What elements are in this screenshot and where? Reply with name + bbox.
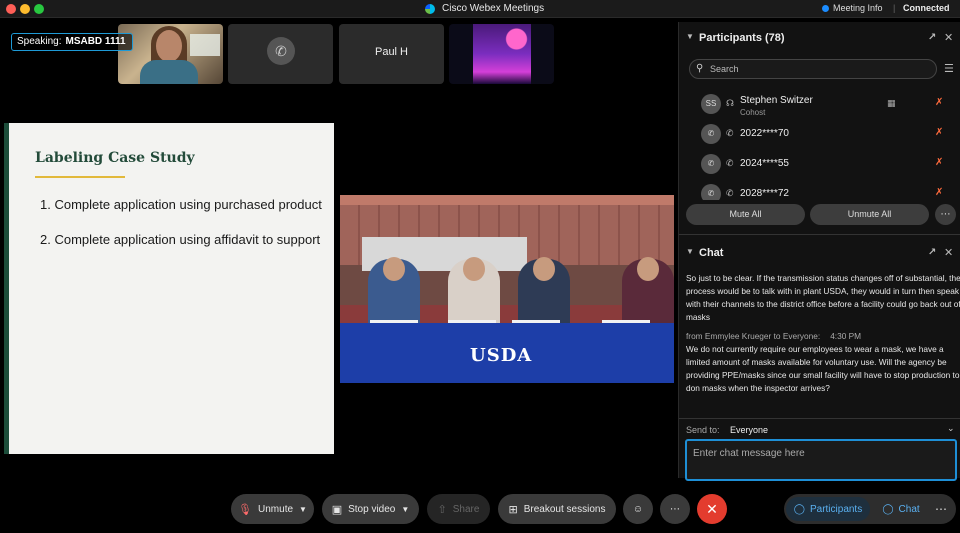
participant-background-thumbnail[interactable]	[449, 24, 554, 84]
mic-off-icon: 🎙	[238, 503, 253, 516]
speaking-indicator: Speaking: MSABD 1111	[11, 33, 133, 51]
panel-more-button[interactable]: ⋯	[930, 497, 952, 521]
phone-icon: ✆	[726, 158, 734, 168]
sort-list-icon[interactable]: ☰	[944, 62, 954, 75]
minimize-window-button[interactable]	[20, 4, 30, 14]
main-video-stage[interactable]: USDA	[340, 195, 674, 383]
mic-off-icon[interactable]: ✗	[935, 127, 943, 138]
participant-name: 2028****72	[740, 188, 789, 199]
chat-message: So just to be clear. If the transmission…	[686, 273, 960, 322]
breakout-sessions-button[interactable]: ⊞ Breakout sessions	[498, 494, 616, 524]
collapse-chevron-icon[interactable]: ▼	[686, 247, 694, 256]
ellipsis-icon: ⋯	[935, 502, 947, 516]
participant-name: 2022****70	[740, 128, 789, 139]
chat-title: Chat	[699, 247, 724, 259]
chat-message-input[interactable]	[685, 439, 957, 481]
info-dot-icon	[822, 5, 829, 12]
mic-off-icon[interactable]: ✗	[935, 157, 943, 168]
reactions-button[interactable]: ☺	[623, 494, 653, 524]
participant-search-input[interactable]: ⚲ Search	[689, 59, 937, 79]
chat-toggle-button[interactable]: ◯ Chat	[874, 497, 928, 521]
collapse-chevron-icon[interactable]: ▼	[686, 32, 694, 41]
chat-messages: So just to be clear. If the transmission…	[686, 272, 960, 422]
mute-all-button[interactable]: Mute All	[686, 204, 805, 225]
participants-header: ▼ Participants (78) ↗ ✕	[679, 26, 960, 50]
person-icon: ◯	[793, 503, 805, 515]
participant-row[interactable]: ✆ ✆ 2022****70 ✗	[679, 120, 960, 148]
chat-message-meta: from Emmylee Krueger to Everyone: 4:30 PM	[686, 331, 862, 341]
phone-avatar-icon: ✆	[701, 154, 721, 174]
shared-slide: Labeling Case Study 1. Complete applicat…	[4, 123, 334, 454]
phone-icon: ✆	[726, 188, 734, 198]
leave-meeting-button[interactable]: ✕	[697, 494, 727, 524]
mic-off-icon[interactable]: ✗	[935, 187, 943, 198]
send-to-select[interactable]: Everyone	[730, 425, 768, 435]
slide-title-underline	[35, 176, 125, 178]
usda-banner: USDA	[470, 345, 533, 366]
screen-share-icon: ▦	[887, 98, 896, 108]
title-separator: |	[893, 3, 896, 13]
participant-video-thumbnail[interactable]	[118, 24, 223, 84]
side-panel: ▼ Participants (78) ↗ ✕ ⚲ Search ☰ SS ☊ …	[678, 22, 960, 481]
window-titlebar: Cisco Webex Meetings Meeting Info | Conn…	[0, 0, 960, 18]
headset-icon: ☊	[726, 98, 734, 108]
participant-phone-thumbnail[interactable]: ✆	[228, 24, 333, 84]
participant-name: Paul H	[374, 46, 409, 58]
slide-bullet: 1. Complete application using purchased …	[40, 197, 322, 212]
share-button[interactable]: ⇧ Share	[427, 494, 490, 524]
participants-toggle-button[interactable]: ◯ Participants	[786, 497, 870, 521]
participants-title: Participants (78)	[699, 32, 785, 44]
participant-name: 2024****55	[740, 158, 789, 169]
participant-row[interactable]: SS ☊ Stephen Switzer Cohost ▦ ✗	[679, 90, 960, 118]
phone-icon: ✆	[726, 128, 734, 138]
slide-bullet: 2. Complete application using affidavit …	[40, 232, 321, 247]
chat-message: We do not currently require our employee…	[686, 344, 960, 393]
meeting-info-button[interactable]: Meeting Info	[822, 3, 883, 13]
share-icon: ⇧	[437, 503, 447, 516]
app-title: Cisco Webex Meetings	[442, 3, 545, 14]
popout-icon[interactable]: ↗	[928, 247, 936, 258]
chat-header: ▼ Chat ↗ ✕	[679, 241, 960, 265]
participant-row[interactable]: ✆ ✆ 2024****55 ✗	[679, 150, 960, 178]
camera-icon: ▣	[331, 503, 343, 516]
stop-video-button[interactable]: ▣ Stop video ▼	[322, 494, 419, 524]
maximize-window-button[interactable]	[34, 4, 44, 14]
participant-list: SS ☊ Stephen Switzer Cohost ▦ ✗ ✆ ✆ 2022…	[679, 90, 960, 200]
phone-avatar-icon: ✆	[701, 184, 721, 200]
close-window-button[interactable]	[6, 4, 16, 14]
popout-icon[interactable]: ↗	[928, 32, 936, 43]
panel-divider	[679, 234, 960, 235]
chat-divider	[679, 418, 960, 419]
x-icon: ✕	[706, 500, 718, 517]
search-icon: ⚲	[696, 63, 704, 74]
phone-avatar-icon: ✆	[701, 124, 721, 144]
chevron-down-icon[interactable]: ⌄	[947, 423, 955, 434]
chevron-down-icon[interactable]: ▼	[299, 505, 307, 514]
smile-icon: ☺	[632, 503, 644, 515]
participant-row[interactable]: ✆ ✆ 2028****72 ✗	[679, 180, 960, 200]
mic-off-icon[interactable]: ✗	[935, 97, 943, 108]
send-to-label: Send to:	[686, 425, 720, 435]
participant-thumbnail-paul[interactable]: Paul H	[339, 24, 444, 84]
close-icon[interactable]: ✕	[944, 246, 953, 259]
participant-name: Stephen Switzer	[740, 95, 813, 106]
chevron-down-icon[interactable]: ▼	[401, 505, 409, 514]
phone-icon: ✆	[267, 37, 295, 65]
connection-status: Connected	[903, 3, 950, 13]
slide-title: Labeling Case Study	[35, 150, 195, 166]
participant-role: Cohost	[740, 108, 766, 117]
avatar: SS	[701, 94, 721, 114]
unmute-all-button[interactable]: Unmute All	[810, 204, 929, 225]
chat-bubble-icon: ◯	[882, 503, 894, 515]
more-options-button[interactable]: ⋯	[660, 494, 690, 524]
participants-more-button[interactable]: ⋯	[935, 204, 956, 225]
unmute-button[interactable]: 🎙 Unmute ▼	[231, 494, 314, 524]
close-icon[interactable]: ✕	[944, 31, 953, 44]
grid-icon: ⊞	[508, 503, 518, 516]
ellipsis-icon: ⋯	[670, 503, 680, 515]
